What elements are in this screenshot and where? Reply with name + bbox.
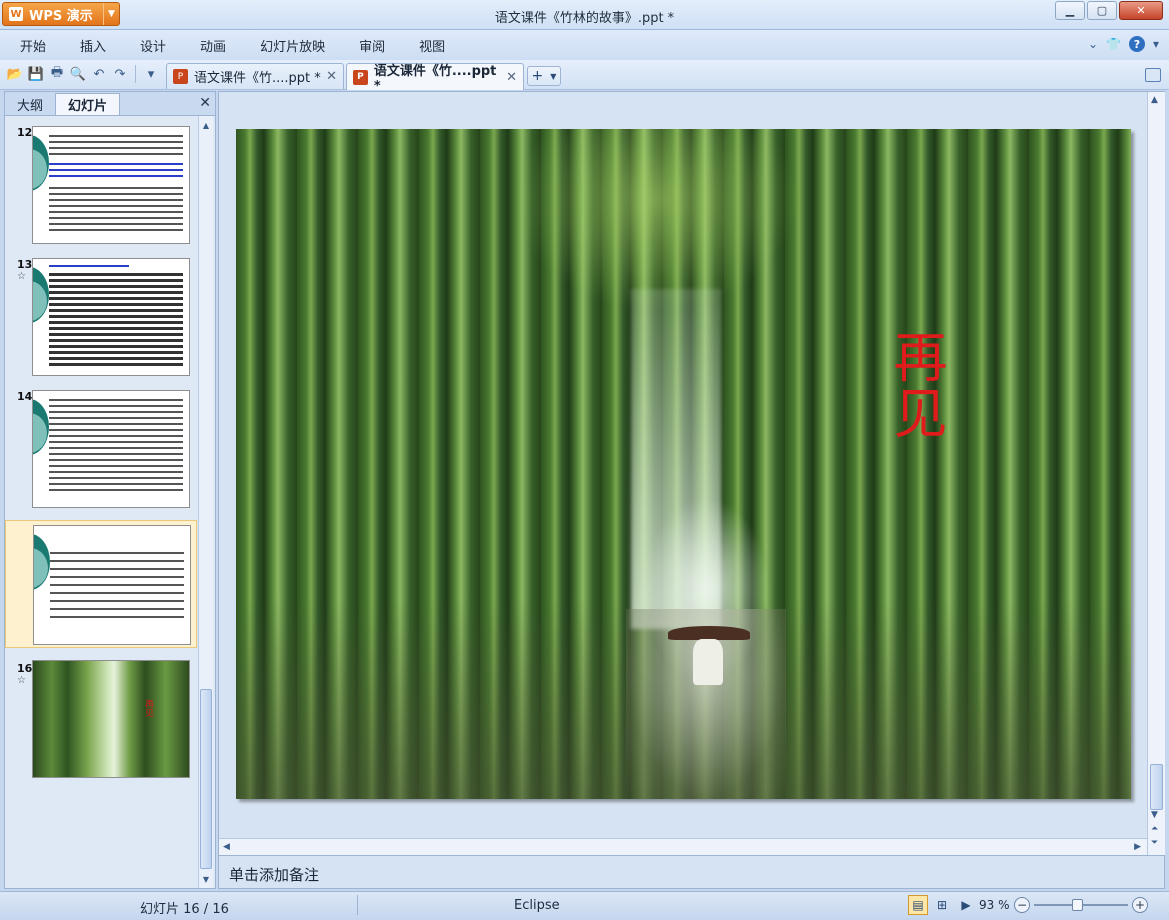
- person-figure: [693, 639, 723, 685]
- app-menu-button[interactable]: W WPS 演示 ▼: [2, 2, 120, 26]
- editing-area: 再见 ◀ ▶ ▲ ▼ ⏶ ⏷ 单击添加备注: [218, 91, 1165, 889]
- redo-icon[interactable]: ↷: [111, 65, 129, 83]
- task-pane-toggle-icon[interactable]: [1145, 68, 1161, 82]
- document-tab-label: 语文课件《竹....ppt *: [194, 71, 321, 86]
- close-pane-icon[interactable]: ✕: [199, 95, 211, 111]
- menu-bar: 开始 插入 设计 动画 幻灯片放映 审阅 视图 ⌄ 👕 ? ▾: [0, 30, 1169, 60]
- plus-icon: +: [531, 68, 544, 84]
- menu-review[interactable]: 审阅: [342, 36, 402, 55]
- menu-slideshow[interactable]: 幻灯片放映: [243, 36, 342, 55]
- slide-sorter-icon[interactable]: ⊞: [932, 895, 952, 915]
- scroll-up-icon[interactable]: ▲: [199, 118, 213, 132]
- zoom-slider-handle[interactable]: [1072, 899, 1083, 911]
- scroll-up-icon[interactable]: ▲: [1151, 95, 1158, 105]
- normal-view-icon[interactable]: ▤: [908, 895, 928, 915]
- scroll-right-icon[interactable]: ▶: [1134, 842, 1141, 852]
- slide-thumbnail[interactable]: [32, 390, 190, 508]
- slide-thumbnail-row[interactable]: 13 ☆: [5, 250, 197, 378]
- slideshow-icon[interactable]: ▶: [956, 895, 976, 915]
- zoom-percent[interactable]: 93 %: [979, 898, 1010, 912]
- slide-thumbnail-row[interactable]: 12: [5, 118, 197, 246]
- document-tab-label: 语文课件《竹....ppt *: [373, 64, 497, 94]
- chevron-down-icon: ▼: [103, 3, 119, 25]
- help-icon[interactable]: ?: [1128, 36, 1145, 52]
- close-button[interactable]: ✕: [1119, 1, 1163, 20]
- close-tab-icon[interactable]: ✕: [326, 69, 337, 84]
- slide-thumbnail-row[interactable]: 16 ☆ 再见: [5, 654, 197, 782]
- scrollbar-thumb[interactable]: [200, 689, 212, 869]
- slide-number: 16: [17, 662, 33, 675]
- undo-icon[interactable]: ↶: [90, 65, 108, 83]
- slide-thumbnail[interactable]: [32, 126, 190, 244]
- tab-slides[interactable]: 幻灯片: [55, 93, 121, 115]
- quick-toolbar: 📂 💾 🖶 🔍 ↶ ↷ ▾ P 语文课件《竹....ppt * ✕ P 语文课件…: [0, 60, 1169, 94]
- next-slide-icon[interactable]: ⏷: [1151, 838, 1158, 848]
- slide-canvas: 再见: [219, 92, 1147, 838]
- umbrella-figure: [668, 626, 750, 640]
- slide-thumbnail-row-selected[interactable]: [5, 520, 197, 648]
- tab-outline[interactable]: 大纲: [5, 93, 55, 115]
- slide-thumbnail[interactable]: [33, 525, 191, 645]
- notes-placeholder: 单击添加备注: [229, 866, 320, 884]
- vertical-scrollbar[interactable]: ▲ ▼ ⏶ ⏷: [1147, 92, 1165, 855]
- wps-logo-icon: W: [9, 7, 23, 21]
- menu-insert[interactable]: 插入: [63, 36, 123, 55]
- slide-number: 12: [17, 126, 33, 139]
- thumbnail-caption: 再见: [143, 699, 153, 717]
- menu-view[interactable]: 视图: [402, 36, 462, 55]
- slide-number: 14: [17, 390, 33, 403]
- ppt-file-icon: P: [353, 69, 368, 85]
- print-icon[interactable]: 🖶: [48, 65, 66, 83]
- slides-pane: 大纲 幻灯片 ✕ 12 13 ☆ 14 16 ☆ 再见 ▲ ▼: [4, 91, 216, 889]
- slide-thumbnail[interactable]: [32, 258, 190, 376]
- print-preview-icon[interactable]: 🔍: [69, 65, 87, 83]
- animation-star-icon: ☆: [17, 675, 26, 686]
- open-folder-icon[interactable]: 📂: [6, 65, 24, 83]
- menu-animation[interactable]: 动画: [183, 36, 243, 55]
- skin-shirt-icon[interactable]: 👕: [1106, 37, 1121, 51]
- save-icon[interactable]: 💾: [27, 65, 45, 83]
- collapse-ribbon-icon[interactable]: ⌄: [1088, 37, 1098, 51]
- chevron-down-icon: ▼: [550, 71, 557, 81]
- theme-name: Eclipse: [514, 898, 560, 913]
- status-bar: 幻灯片 16 / 16 Eclipse ▤ ⊞ ▶ 93 % − +: [0, 891, 1169, 920]
- scroll-left-icon[interactable]: ◀: [223, 842, 230, 852]
- previous-slide-icon[interactable]: ⏶: [1151, 824, 1158, 834]
- new-tab-button[interactable]: + ▼: [527, 66, 561, 86]
- maximize-button[interactable]: ▢: [1087, 1, 1117, 20]
- slide-counter: 幻灯片 16 / 16: [140, 902, 229, 917]
- toolbar-more-icon[interactable]: ▾: [142, 65, 160, 83]
- window-title: 语文课件《竹林的故事》.ppt *: [494, 11, 675, 26]
- close-tab-icon[interactable]: ✕: [506, 70, 517, 85]
- notes-pane[interactable]: 单击添加备注: [219, 855, 1164, 888]
- minimize-button[interactable]: ▁: [1055, 1, 1085, 20]
- help-dropdown-icon[interactable]: ▾: [1153, 37, 1159, 51]
- current-slide[interactable]: 再见: [236, 129, 1131, 799]
- slide-thumbnail-row[interactable]: 14: [5, 382, 197, 510]
- title-bar: W WPS 演示 ▼ 语文课件《竹林的故事》.ppt * ▁ ▢ ✕: [0, 0, 1169, 30]
- menu-design[interactable]: 设计: [123, 36, 183, 55]
- horizontal-scrollbar[interactable]: ◀ ▶: [219, 838, 1147, 855]
- slides-scrollbar[interactable]: ▲ ▼: [198, 116, 213, 888]
- app-menu-label: WPS 演示: [29, 8, 93, 24]
- slide-thumbnail[interactable]: 再见: [32, 660, 190, 778]
- zoom-out-icon[interactable]: −: [1014, 897, 1030, 913]
- slide-caption[interactable]: 再见: [881, 329, 947, 441]
- slide-number: 13: [17, 258, 33, 271]
- status-divider: [357, 895, 358, 915]
- toolbar-divider: [135, 65, 136, 83]
- slide-background-light: [631, 289, 721, 629]
- scrollbar-thumb[interactable]: [1150, 764, 1163, 810]
- document-tab[interactable]: P 语文课件《竹....ppt * ✕: [166, 63, 344, 89]
- zoom-in-icon[interactable]: +: [1132, 897, 1148, 913]
- menu-home[interactable]: 开始: [0, 36, 63, 55]
- document-tab-active[interactable]: P 语文课件《竹....ppt * ✕: [346, 63, 524, 94]
- scroll-down-icon[interactable]: ▼: [199, 872, 213, 886]
- scroll-down-icon[interactable]: ▼: [1151, 810, 1158, 820]
- animation-star-icon: ☆: [17, 271, 26, 282]
- ppt-file-icon: P: [173, 69, 188, 84]
